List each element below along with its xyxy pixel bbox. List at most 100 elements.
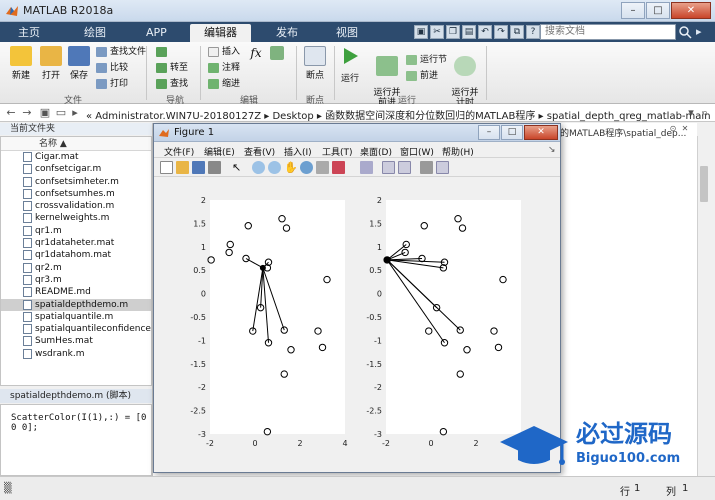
menu-edit[interactable]: 编辑(E) — [204, 145, 235, 158]
file-list-item[interactable]: qr1.m — [1, 225, 151, 237]
file-list-item[interactable]: wsdrank.m — [1, 348, 151, 360]
run-and-time-button[interactable]: 运行并 计时 — [448, 46, 482, 108]
goto-button[interactable]: 转至 — [156, 62, 188, 74]
find-files-button[interactable]: 查找文件 — [96, 46, 146, 58]
file-list-item[interactable]: spatialquantile.m — [1, 311, 151, 323]
pan-icon[interactable]: ✋ — [284, 161, 298, 174]
up-folder-icon[interactable]: ▣ — [38, 106, 52, 120]
minimize-button[interactable]: – — [621, 2, 645, 19]
maximize-button[interactable]: □ — [646, 2, 670, 19]
figure-maximize-button[interactable]: □ — [501, 125, 523, 140]
data-cursor-icon[interactable] — [316, 161, 329, 174]
insert-legend-icon[interactable] — [398, 161, 411, 174]
file-list-item[interactable]: spatialquantileconfidenceset.m — [1, 323, 151, 335]
search-documentation-input[interactable]: 搜索文档 — [540, 24, 676, 40]
editor-expand-icon[interactable]: ⊙ — [668, 124, 678, 134]
breakpoints-button[interactable]: 断点 — [300, 46, 330, 81]
nav-back-forward-icon[interactable] — [156, 46, 173, 58]
copy-quick-icon[interactable]: ❐ — [446, 25, 460, 39]
insert-colorbar-icon[interactable] — [382, 161, 395, 174]
subplot-1[interactable]: 21.510.50-0.5-1-1.5-2-2.5-3-2 0 2 4 — [190, 196, 347, 448]
brush-icon[interactable] — [332, 161, 345, 174]
run-button[interactable]: 运行 — [336, 46, 364, 84]
new-button[interactable]: 新建 — [8, 46, 34, 81]
file-list-item[interactable]: spatialdepthdemo.m — [1, 298, 151, 311]
file-list-item[interactable]: qr1datahom.mat — [1, 249, 151, 261]
folder-icon[interactable]: ▭ — [54, 106, 68, 120]
menu-tools[interactable]: 工具(T) — [322, 145, 353, 158]
editor-close-icon[interactable]: ✕ — [680, 124, 690, 134]
file-list-item[interactable]: confsetsumhes.m — [1, 188, 151, 200]
scrollbar-thumb[interactable] — [700, 166, 708, 202]
tab-plots[interactable]: 绘图 — [70, 24, 120, 42]
compare-button[interactable]: 比较 — [96, 62, 128, 74]
file-list-item[interactable]: confsetcigar.m — [1, 163, 151, 175]
new-figure-icon[interactable] — [160, 161, 173, 174]
hide-plot-tools-icon[interactable] — [420, 161, 433, 174]
menu-file[interactable]: 文件(F) — [164, 145, 194, 158]
file-list-item[interactable]: crossvalidation.m — [1, 200, 151, 212]
menu-insert[interactable]: 插入(I) — [284, 145, 312, 158]
find-button[interactable]: 查找 — [156, 78, 188, 90]
tab-editor[interactable]: 编辑器 — [190, 24, 251, 42]
paste-quick-icon[interactable]: ▤ — [462, 25, 476, 39]
tab-view[interactable]: 视图 — [322, 24, 372, 42]
close-button[interactable]: ✕ — [671, 2, 711, 19]
switch-window-icon[interactable]: ⧉ — [510, 25, 524, 39]
tab-publish[interactable]: 发布 — [262, 24, 312, 42]
file-list-item[interactable]: confsetsimheter.m — [1, 176, 151, 188]
figure-minimize-button[interactable]: – — [478, 125, 500, 140]
save-figure-icon[interactable] — [192, 161, 205, 174]
save-quick-icon[interactable]: ▣ — [414, 25, 428, 39]
menu-help[interactable]: 帮助(H) — [442, 145, 474, 158]
cut-quick-icon[interactable]: ✂ — [430, 25, 444, 39]
rotate-3d-icon[interactable] — [300, 161, 313, 174]
menu-dock-icon[interactable]: ↘ — [548, 145, 556, 155]
help-icon[interactable]: ? — [526, 25, 540, 39]
insert-button[interactable]: 插入 — [208, 46, 240, 58]
name-column-header[interactable]: 名称 ▲ — [1, 137, 151, 151]
print-figure-icon[interactable] — [208, 161, 221, 174]
file-list-item[interactable]: SumHes.mat — [1, 335, 151, 347]
indent-button[interactable]: 缩进 — [208, 78, 240, 90]
link-plot-icon[interactable] — [360, 161, 373, 174]
menu-view[interactable]: 查看(V) — [244, 145, 275, 158]
print-button[interactable]: 打印 — [96, 78, 128, 90]
edit-plot-icon[interactable]: ↖ — [232, 161, 245, 174]
figure-titlebar[interactable]: Figure 1 – □ ✕ — [154, 124, 560, 142]
fx-icon[interactable]: fx — [248, 46, 264, 60]
back-arrow-icon[interactable]: ← — [4, 106, 18, 120]
code-line[interactable]: ScatterColor(I(1),:) = [0 0 0]; — [11, 413, 151, 433]
open-button[interactable]: 打开 — [38, 46, 64, 81]
collapse-ribbon-icon[interactable]: ▸ — [696, 25, 702, 38]
figure-close-button[interactable]: ✕ — [524, 125, 558, 140]
file-list-item[interactable]: README.md — [1, 286, 151, 298]
menu-window[interactable]: 窗口(W) — [400, 145, 434, 158]
browse-folder-icon[interactable]: ▸ — [68, 106, 82, 120]
file-list-item[interactable]: qr3.m — [1, 274, 151, 286]
path-search-icon[interactable]: ⌕ — [698, 106, 712, 120]
zoom-in-icon[interactable] — [252, 161, 265, 174]
file-list-item[interactable]: qr2.m — [1, 262, 151, 274]
file-list-item[interactable]: Cigar.mat — [1, 151, 151, 163]
file-list-item[interactable]: qr1dataheter.mat — [1, 237, 151, 249]
undo-quick-icon[interactable]: ↶ — [478, 25, 492, 39]
forward-arrow-icon[interactable]: → — [20, 106, 34, 120]
menu-desktop[interactable]: 桌面(D) — [360, 145, 392, 158]
run-section-button[interactable]: 运行节 — [406, 54, 447, 66]
path-dropdown-icon[interactable]: ▾ — [684, 106, 698, 120]
save-button[interactable]: 保存 — [66, 46, 92, 81]
search-icon[interactable] — [678, 25, 692, 39]
comment-button[interactable]: 注释 — [208, 62, 240, 74]
redo-quick-icon[interactable]: ↷ — [494, 25, 508, 39]
format-icon[interactable] — [268, 46, 286, 62]
advance-button[interactable]: 前进 — [406, 70, 438, 82]
zoom-out-icon[interactable] — [268, 161, 281, 174]
current-path[interactable]: « Administrator.WIN7U-20180127Z ▸ Deskto… — [86, 107, 711, 122]
show-plot-tools-icon[interactable] — [436, 161, 449, 174]
y-tick-label: 0 — [377, 290, 382, 299]
tab-home[interactable]: 主页 — [4, 24, 54, 42]
open-file-icon[interactable] — [176, 161, 189, 174]
file-list-item[interactable]: kernelweights.m — [1, 212, 151, 224]
tab-apps[interactable]: APP — [132, 24, 181, 42]
